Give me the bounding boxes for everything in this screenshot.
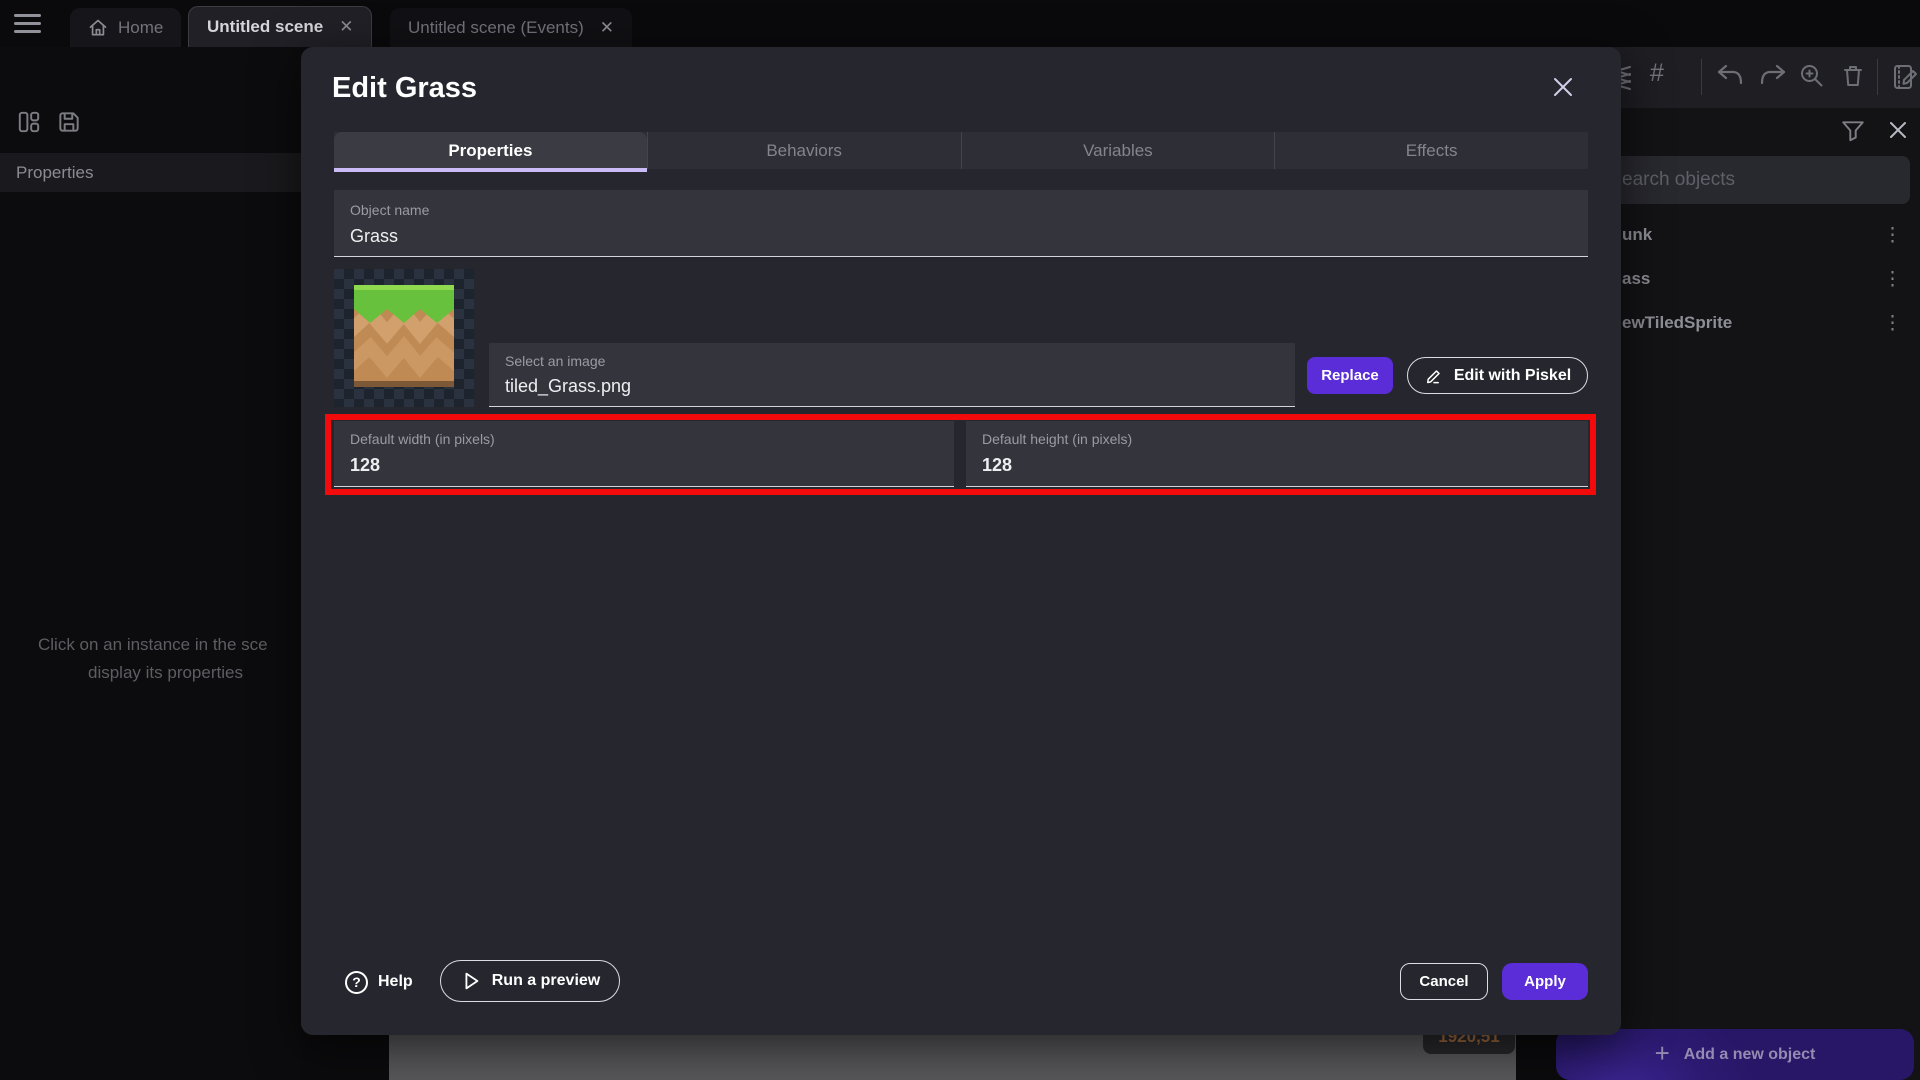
home-icon <box>88 18 108 38</box>
main-menu-icon[interactable] <box>14 14 41 33</box>
tab-untitled-scene[interactable]: Untitled scene ✕ <box>188 6 372 47</box>
help-button[interactable]: ? Help <box>337 961 421 1003</box>
run-preview-label: Run a preview <box>492 972 600 990</box>
tab-variables[interactable]: Variables <box>961 132 1275 169</box>
dialog-title: Edit Grass <box>332 72 477 105</box>
select-image-field[interactable]: Select an image tiled_Grass.png <box>489 343 1295 407</box>
play-icon <box>460 970 482 992</box>
field-label: Object name <box>350 202 429 218</box>
kebab-menu-icon[interactable]: ⋮ <box>1883 224 1902 247</box>
properties-empty-text: Click on an instance in the sce <box>38 635 268 655</box>
object-row-trunk[interactable]: unk ⋮ <box>1602 213 1920 257</box>
tab-effects[interactable]: Effects <box>1274 132 1588 169</box>
scene-canvas <box>389 1035 1516 1080</box>
object-row-grass[interactable]: ass ⋮ <box>1602 257 1920 301</box>
scene-toolbar: # <box>1598 47 1920 108</box>
replace-button[interactable]: Replace <box>1307 357 1393 394</box>
field-value: Grass <box>350 226 398 247</box>
default-height-field[interactable]: Default height (in pixels) 128 <box>966 421 1588 487</box>
trash-icon[interactable] <box>1839 62 1867 90</box>
plus-icon: + <box>1655 1038 1670 1069</box>
edit-with-piskel-button[interactable]: Edit with Piskel <box>1407 357 1588 394</box>
properties-panel-header: Properties <box>0 153 301 192</box>
save-icon[interactable] <box>56 109 82 135</box>
cancel-button[interactable]: Cancel <box>1400 963 1488 1000</box>
close-tab-icon[interactable]: ✕ <box>339 17 353 37</box>
tab-behaviors[interactable]: Behaviors <box>647 132 961 169</box>
close-dialog-icon[interactable] <box>1545 69 1581 105</box>
panel-layout-icon[interactable] <box>16 109 42 135</box>
object-label: ass <box>1622 269 1650 289</box>
top-tab-bar: Home Untitled scene ✕ Untitled scene (Ev… <box>0 0 1920 47</box>
zoom-in-icon[interactable] <box>1798 62 1826 90</box>
tab-untitled-scene-events[interactable]: Untitled scene (Events) ✕ <box>390 8 632 47</box>
field-value: 128 <box>350 455 380 476</box>
run-preview-button[interactable]: Run a preview <box>440 960 620 1002</box>
tab-scene-label: Untitled scene <box>207 17 323 37</box>
field-value: tiled_Grass.png <box>505 376 631 397</box>
object-label: unk <box>1622 225 1652 245</box>
filter-icon[interactable] <box>1840 118 1866 144</box>
tab-properties[interactable]: Properties <box>334 132 647 169</box>
help-label: Help <box>378 973 413 991</box>
pencil-icon <box>1424 366 1444 386</box>
properties-panel: Properties Click on an instance in the s… <box>0 47 301 1080</box>
edit-object-dialog: Edit Grass Properties Behaviors Variable… <box>301 47 1621 1035</box>
properties-title: Properties <box>16 163 93 183</box>
tab-home[interactable]: Home <box>70 8 181 47</box>
close-panel-icon[interactable] <box>1886 118 1910 142</box>
object-label: ewTiledSprite <box>1622 313 1732 333</box>
grid-icon[interactable]: # <box>1650 59 1664 88</box>
gdevelop-app: Home Untitled scene ✕ Untitled scene (Ev… <box>0 0 1920 1080</box>
edit-with-piskel-label: Edit with Piskel <box>1454 367 1571 385</box>
default-width-field[interactable]: Default width (in pixels) 128 <box>334 421 954 487</box>
add-object-label: Add a new object <box>1684 1046 1816 1064</box>
kebab-menu-icon[interactable]: ⋮ <box>1883 312 1902 335</box>
dialog-tab-bar: Properties Behaviors Variables Effects <box>334 132 1588 169</box>
field-label: Select an image <box>505 353 605 369</box>
tab-events-label: Untitled scene (Events) <box>408 18 584 38</box>
properties-empty-text: display its properties <box>88 663 243 683</box>
kebab-menu-icon[interactable]: ⋮ <box>1883 268 1902 291</box>
help-icon: ? <box>345 971 368 994</box>
apply-button[interactable]: Apply <box>1502 963 1588 1000</box>
close-tab-icon[interactable]: ✕ <box>600 18 614 38</box>
undo-icon[interactable] <box>1714 62 1746 90</box>
search-placeholder: earch objects <box>1622 169 1735 191</box>
field-value: 128 <box>982 455 1012 476</box>
search-objects-input[interactable]: earch objects <box>1602 156 1910 204</box>
add-new-object-button[interactable]: + Add a new object <box>1556 1029 1914 1080</box>
edit-scene-icon[interactable] <box>1890 62 1920 92</box>
grass-thumbnail[interactable] <box>334 269 474 407</box>
object-row-newtiledsprite[interactable]: ewTiledSprite ⋮ <box>1602 301 1920 345</box>
tab-home-label: Home <box>118 18 163 38</box>
field-label: Default height (in pixels) <box>982 431 1132 447</box>
field-label: Default width (in pixels) <box>350 431 495 447</box>
redo-icon[interactable] <box>1757 62 1789 90</box>
object-name-field[interactable]: Object name Grass <box>334 190 1588 257</box>
